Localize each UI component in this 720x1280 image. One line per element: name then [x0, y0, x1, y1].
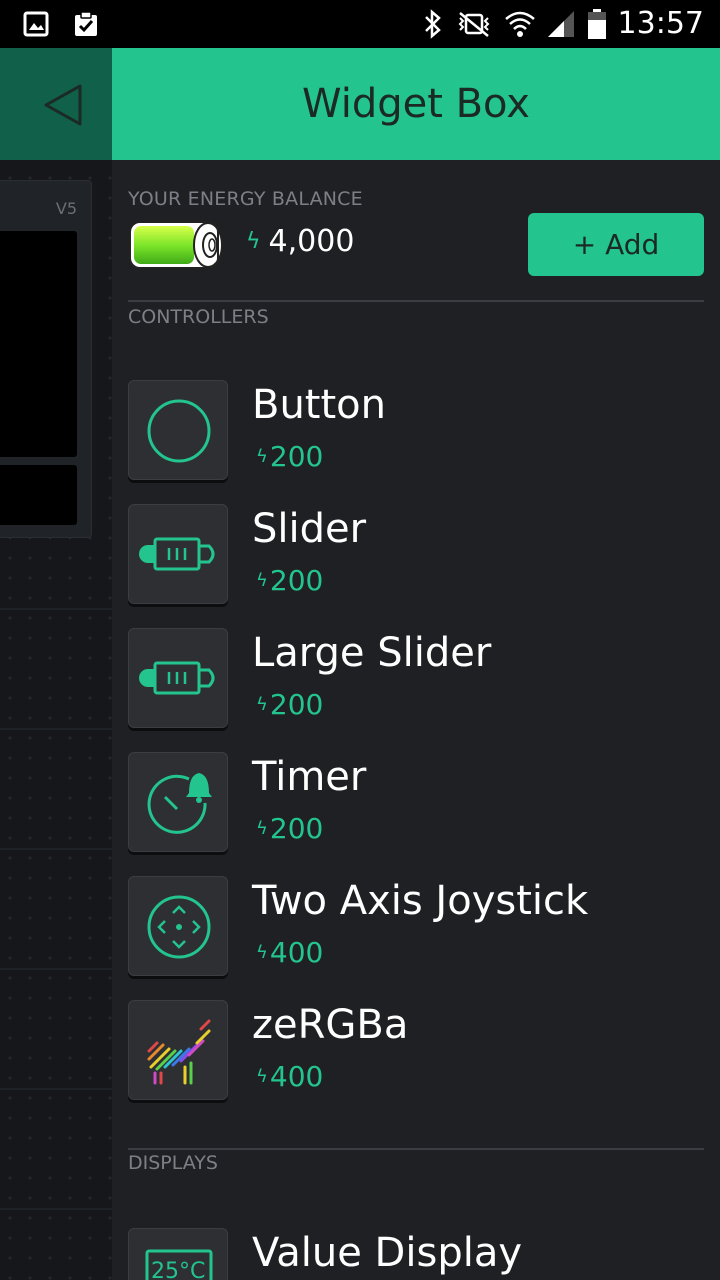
battery-icon [587, 8, 606, 39]
energy-battery-icon [129, 221, 223, 269]
circle-button-icon [147, 399, 211, 463]
widget-item-zergba[interactable]: zeRGBa ϟ 400 [128, 1000, 704, 1100]
divider [128, 1148, 704, 1150]
widget-tile [128, 752, 228, 852]
widget-item-button[interactable]: Button ϟ 200 [128, 380, 704, 480]
widget-item-slider[interactable]: Slider ϟ 200 [128, 504, 704, 604]
large-slider-icon [139, 661, 215, 695]
lcd-screen [0, 231, 77, 457]
clock: 13:57 [617, 6, 704, 41]
energy-bolt-icon: ϟ [256, 1066, 268, 1087]
widget-name: Large Slider [252, 630, 492, 676]
notification-icons [22, 10, 100, 38]
value-display-icon-text: 25°C [151, 1259, 206, 1280]
widget-cost-value: 200 [269, 564, 324, 597]
energy-bolt-icon: ϟ [256, 570, 268, 591]
widget-item-large-slider[interactable]: Large Slider ϟ 200 [128, 628, 704, 728]
widget-cost: ϟ 400 [256, 1060, 323, 1093]
energy-balance-label: YOUR ENERGY BALANCE [128, 188, 363, 210]
energy-balance-value: 4,000 [268, 224, 355, 259]
timer-bell-icon [147, 773, 212, 834]
dashboard-background: V5 [0, 48, 112, 1280]
widget-cost-value: 200 [269, 812, 324, 845]
widget-name: Timer [252, 754, 367, 800]
energy-bolt-icon: ϟ [246, 229, 261, 254]
widget-tile [128, 628, 228, 728]
system-icons: 13:57 [422, 6, 704, 41]
widget-tile [128, 876, 228, 976]
widget-cost-value: 400 [269, 936, 324, 969]
status-bar: 13:57 [0, 0, 720, 48]
widget-item-value-display[interactable]: 25°C Value Display [128, 1228, 704, 1280]
signal-icon [547, 10, 574, 37]
bluetooth-icon [424, 8, 441, 39]
widget-cost: ϟ 200 [256, 440, 323, 473]
clipboard-check-icon [75, 11, 97, 36]
controllers-section-label: CONTROLLERS [128, 306, 269, 328]
panel-header: Widget Box [112, 48, 720, 160]
back-arrow-icon[interactable] [40, 80, 90, 130]
widget-cost: ϟ 200 [256, 564, 323, 597]
widget-item-timer[interactable]: Timer ϟ 200 [128, 752, 704, 852]
widget-box-panel: Widget Box YOUR ENERGY BALANCE ϟ 4,000 +… [112, 48, 720, 1280]
vibrate-mute-icon [458, 11, 489, 37]
pin-label: V5 [55, 199, 77, 218]
lcd-input-bar [0, 465, 77, 525]
slider-icon [139, 537, 215, 571]
energy-bolt-icon: ϟ [256, 694, 268, 715]
lcd-widget[interactable]: V5 [0, 180, 92, 538]
zebra-rgb-icon [147, 1019, 211, 1085]
widget-tile [128, 380, 228, 480]
widget-name: Button [252, 382, 386, 428]
widget-tile [128, 504, 228, 604]
wifi-icon [504, 11, 535, 37]
add-energy-button[interactable]: + Add [528, 213, 704, 276]
widget-cost-value: 400 [269, 1060, 324, 1093]
energy-bolt-icon: ϟ [256, 942, 268, 963]
widget-name: Slider [252, 506, 367, 552]
page-title: Widget Box [302, 81, 530, 127]
widget-cost: ϟ 400 [256, 936, 323, 969]
energy-bolt-icon: ϟ [256, 446, 268, 467]
widget-name: zeRGBa [252, 1002, 409, 1048]
widget-name: Value Display [252, 1230, 522, 1276]
displays-section-label: DISPLAYS [128, 1152, 218, 1174]
widget-name: Two Axis Joystick [252, 878, 589, 924]
joystick-icon [147, 895, 211, 959]
energy-balance: ϟ 4,000 [246, 224, 354, 259]
widget-tile: 25°C [128, 1228, 228, 1280]
grid-lines [0, 608, 112, 1280]
widget-item-joystick[interactable]: Two Axis Joystick ϟ 400 [128, 876, 704, 976]
gallery-icon [23, 11, 49, 37]
divider [128, 300, 704, 302]
energy-bolt-icon: ϟ [256, 818, 268, 839]
widget-tile [128, 1000, 228, 1100]
widget-cost-value: 200 [269, 440, 324, 473]
widget-cost-value: 200 [269, 688, 324, 721]
widget-cost: ϟ 200 [256, 688, 323, 721]
widget-cost: ϟ 200 [256, 812, 323, 845]
